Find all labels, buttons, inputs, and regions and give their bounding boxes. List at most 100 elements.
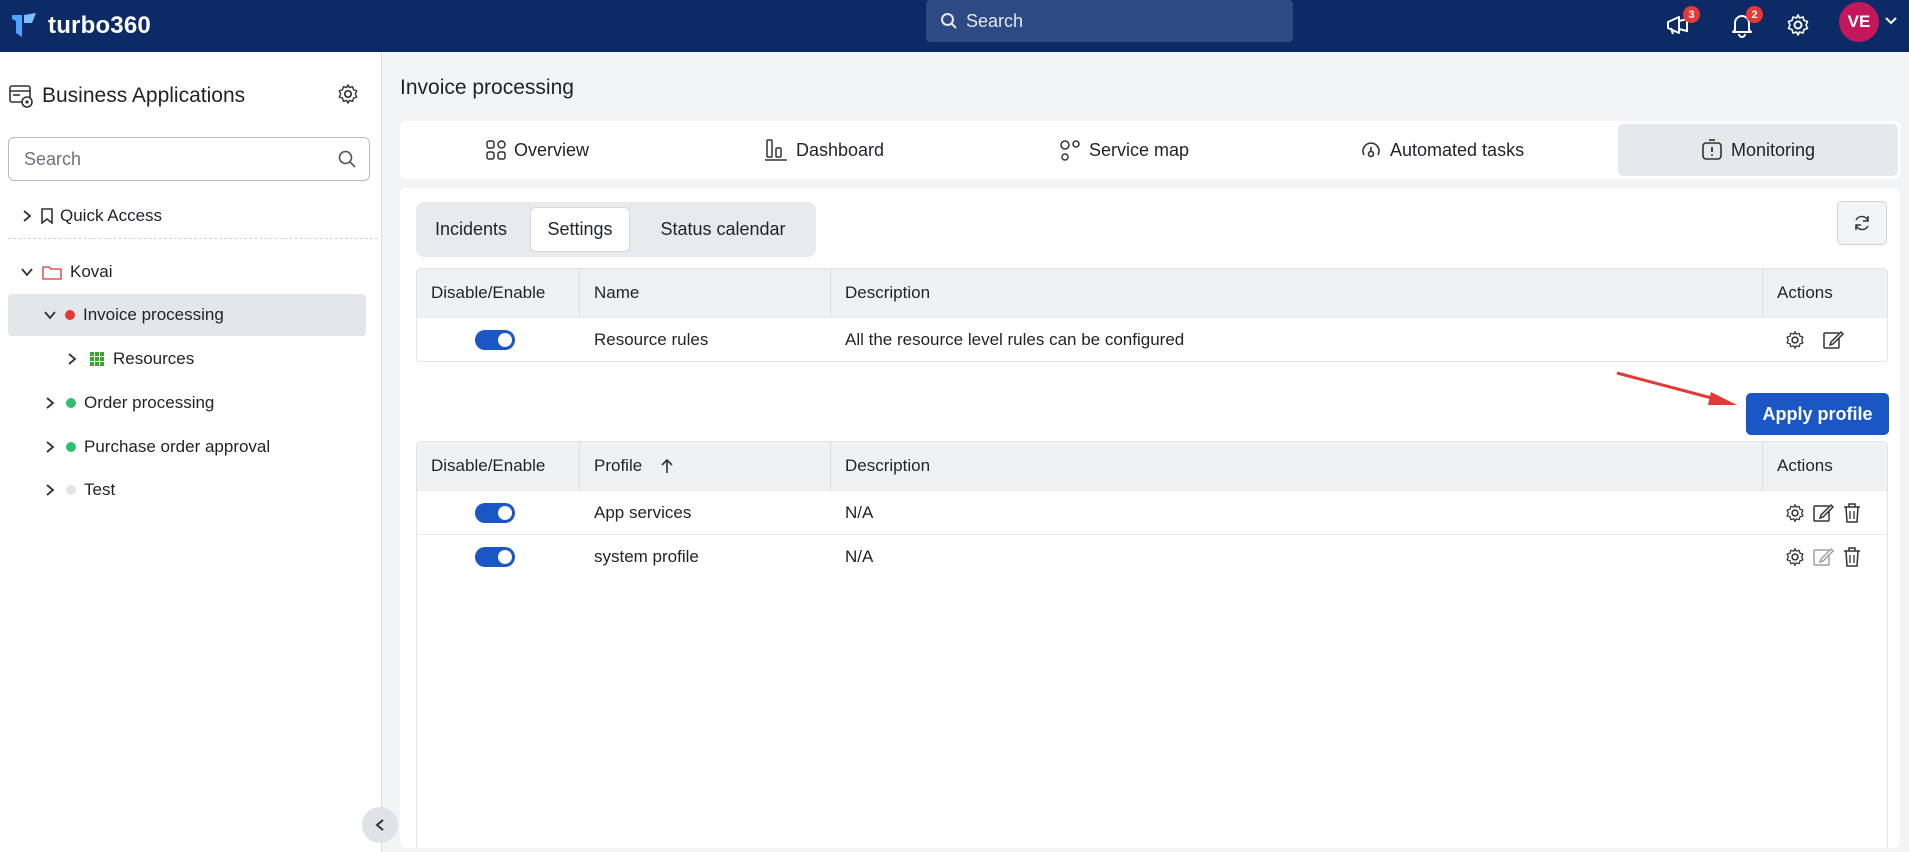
tree-item-purchase-order-approval[interactable]: Purchase order approval [8,426,366,468]
subtab-incidents[interactable]: Incidents [416,207,526,252]
brand-logo[interactable]: turbo360 [10,6,151,46]
tab-label: Overview [514,139,590,160]
tree-item-label: Order processing [84,393,215,412]
enable-toggle[interactable] [475,491,515,534]
overview-icon [486,140,506,160]
chevron-left-icon [375,819,384,831]
column-separator [830,269,831,317]
bookmark-icon [41,208,53,224]
sidebar-search-placeholder: Search [24,148,82,169]
refresh-button[interactable] [1837,201,1887,245]
delete-trash-icon[interactable] [1843,502,1861,523]
business-applications-icon [9,85,33,108]
sidebar-settings-gear-icon[interactable] [337,83,359,105]
tab-dashboard[interactable]: Dashboard [764,124,884,176]
global-search-placeholder: Search [966,10,1024,31]
subtab-settings[interactable]: Settings [530,207,630,252]
chevron-right-icon[interactable] [43,440,57,454]
apply-profile-button[interactable]: Apply profile [1746,393,1889,435]
chevron-right-icon[interactable] [43,483,57,497]
subtab-status-calendar[interactable]: Status calendar [634,207,812,252]
table-header: Disable/Enable Name Description Actions [417,269,1887,317]
settings-button[interactable] [1781,8,1815,42]
tab-overview[interactable]: Overview [486,124,589,176]
user-avatar[interactable]: VE [1839,2,1879,42]
edit-icon[interactable] [1813,503,1835,523]
enable-toggle[interactable] [475,318,515,361]
search-icon [941,13,957,29]
row-actions [1785,491,1871,534]
tree-item-quick-access[interactable]: Quick Access [8,195,366,237]
tab-label: Service map [1089,139,1190,160]
tree-item-label: Test [84,480,116,499]
status-dot-icon [66,398,76,408]
chevron-down-icon[interactable] [43,308,57,322]
profile-description: N/A [845,502,874,522]
global-search-input[interactable]: Search [926,0,1293,42]
monitoring-panel: Incidents Settings Status calendar Disab… [400,188,1900,848]
resources-grid-icon [90,352,104,366]
toggle-switch[interactable] [475,329,515,350]
tab-automated-tasks[interactable]: Automated tasks [1360,124,1524,176]
configure-gear-icon[interactable] [1785,330,1805,350]
column-separator [579,269,580,317]
column-header-disable-enable: Disable/Enable [431,456,546,475]
tab-monitoring[interactable]: Monitoring [1618,124,1898,176]
announcements-button[interactable]: 3 [1662,6,1700,42]
chevron-right-icon[interactable] [43,396,57,410]
notifications-badge: 2 [1746,6,1763,23]
collapse-sidebar-button[interactable] [362,807,398,843]
table-header: Disable/Enable Profile Description Actio… [417,442,1887,490]
configure-gear-icon[interactable] [1785,503,1805,523]
tree-item-label: Purchase order approval [84,437,271,456]
sort-ascending-icon[interactable] [660,458,674,474]
page-title: Invoice processing [400,76,574,99]
service-map-icon [1060,140,1080,161]
tree-item-invoice-processing[interactable]: Invoice processing [8,294,366,336]
column-header-actions: Actions [1777,283,1833,302]
tree-item-label: Quick Access [60,206,163,225]
sidebar: Business Applications Search Quick Acces… [0,52,398,852]
column-header-description: Description [845,456,931,475]
tree-item-test[interactable]: Test [8,469,366,511]
toggle-switch[interactable] [475,502,515,523]
column-header-profile[interactable]: Profile [594,442,674,490]
tab-label: Monitoring [1730,139,1816,160]
tab-label: Automated tasks [1390,139,1525,160]
tree-item-label: Invoice processing [83,305,224,324]
avatar-initials: VE [1847,12,1871,31]
tree-item-resources[interactable]: Resources [8,338,366,380]
subtab-label: Incidents [434,219,508,239]
subtab-label: Status calendar [660,219,786,239]
column-separator [1762,269,1763,317]
monitoring-icon [1702,139,1722,160]
chevron-down-icon[interactable] [20,265,34,279]
tree-item-order-processing[interactable]: Order processing [8,382,366,424]
status-dot-icon [66,442,76,452]
column-separator [579,442,580,490]
chevron-right-icon[interactable] [65,352,79,366]
sidebar-search-input[interactable]: Search [8,137,370,181]
main-tab-bar: Overview Dashboard Service map Automated… [400,121,1900,179]
rules-table: Disable/Enable Name Description Actions … [416,268,1888,362]
notifications-button[interactable]: 2 [1725,6,1763,42]
table-row: Resource rules All the resource level ru… [417,317,1887,361]
table-row: App services N/A [417,490,1887,534]
automated-tasks-icon [1362,142,1380,158]
tab-service-map[interactable]: Service map [1059,124,1189,176]
edit-icon[interactable] [1823,330,1845,350]
chevron-down-icon[interactable] [1883,13,1899,29]
column-header-disable-enable: Disable/Enable [431,283,546,302]
sidebar-header: Business Applications [8,81,245,111]
folder-icon [42,266,62,280]
profiles-table-empty-area [416,533,1888,848]
chevron-right-icon[interactable] [20,209,34,223]
rule-description: All the resource level rules can be conf… [845,329,1185,349]
search-icon [338,150,356,168]
status-dot-icon [65,310,75,320]
tab-label: Dashboard [796,139,885,160]
tree-item-label: Resources [113,349,195,368]
tree-item-kovai[interactable]: Kovai [8,251,366,293]
top-navigation-bar: turbo360 Search 3 2 VE [0,0,1909,52]
column-header-profile-label: Profile [594,456,643,475]
